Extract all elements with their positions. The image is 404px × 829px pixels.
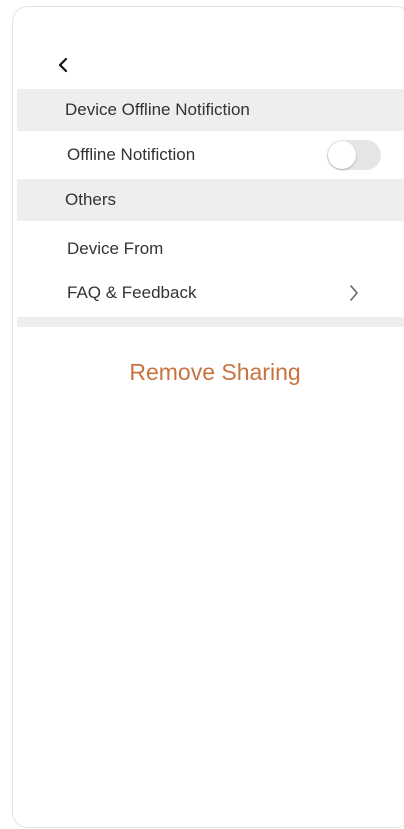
device-from-row[interactable]: Device From [17,229,404,269]
remove-sharing-button[interactable]: Remove Sharing [17,359,404,386]
device-from-label: Device From [67,239,164,258]
offline-notification-toggle[interactable] [327,140,381,170]
offline-notification-label: Offline Notifiction [67,145,196,164]
section-header-others: Others [17,179,404,221]
chevron-right-icon [350,285,358,301]
section-divider [17,317,404,327]
back-button[interactable] [51,53,75,77]
toggle-knob [328,141,356,169]
faq-feedback-label: FAQ & Feedback [67,283,197,302]
settings-screen: Device Offline Notifiction Offline Notif… [12,6,404,828]
chevron-left-icon [58,57,68,73]
faq-feedback-row[interactable]: FAQ & Feedback [17,273,404,313]
section-header-offline: Device Offline Notifiction [17,89,404,131]
